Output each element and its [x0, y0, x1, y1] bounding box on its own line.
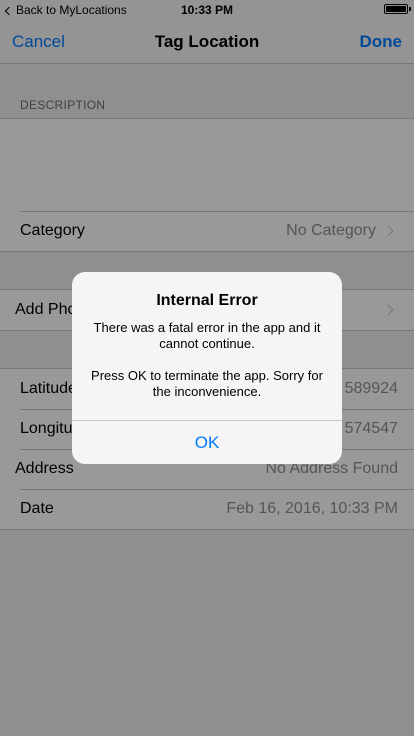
tag-location-screen: Back to MyLocations 10:33 PM Cancel Tag … [0, 0, 414, 736]
error-alert-dialog: Internal Error There was a fatal error i… [72, 272, 342, 464]
ok-button[interactable]: OK [72, 421, 342, 464]
alert-title: Internal Error [156, 292, 258, 309]
alert-message-1: There was a fatal error in the app and i… [93, 320, 321, 351]
alert-message-2: Press OK to terminate the app. Sorry for… [91, 368, 323, 399]
